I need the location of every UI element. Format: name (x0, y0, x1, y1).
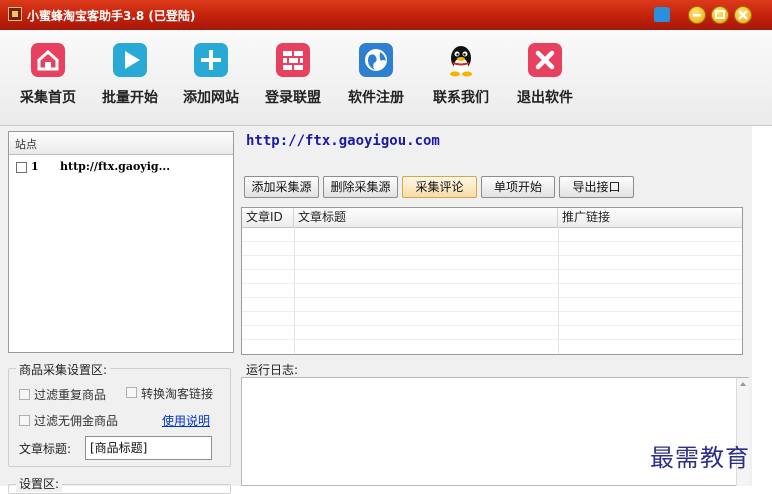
filter-duplicates-label: 过滤重复商品 (34, 388, 107, 402)
toolbar-login-alliance-button[interactable]: 登录联盟 (259, 30, 327, 125)
product-settings-title: 商品采集设置区: (16, 361, 111, 378)
close-button[interactable] (734, 6, 752, 24)
minimize-button[interactable] (688, 6, 706, 24)
table-row-divider (242, 255, 742, 256)
site-list-header: 站点 (9, 132, 233, 155)
close-icon (738, 10, 748, 20)
table-row-divider (242, 325, 742, 326)
filter-no-commission-label: 过滤无佣金商品 (34, 414, 119, 428)
filter-duplicates-checkbox[interactable] (19, 389, 30, 400)
minimize-icon (693, 14, 701, 17)
toolbar-exit-label: 退出软件 (517, 90, 573, 106)
column-header-article-title[interactable]: 文章标题 (294, 208, 558, 227)
article-title-field[interactable]: [商品标题] (85, 436, 212, 460)
site-list-header-label: 站点 (15, 138, 37, 151)
start-single-button[interactable]: 单项开始 (481, 176, 555, 198)
convert-links-checkbox[interactable] (126, 387, 137, 398)
log-label: 运行日志: (246, 363, 299, 377)
column-header-promo-link[interactable]: 推广链接 (558, 208, 742, 227)
convert-links-label: 转换淘客链接 (141, 387, 214, 401)
watermark-text: 最需教育 (650, 444, 750, 472)
plus-icon (194, 43, 228, 77)
table-column-divider (558, 227, 559, 354)
site-list-item-index: 1 (31, 160, 39, 173)
toolbar-login-alliance-label: 登录联盟 (265, 90, 321, 106)
brick-wall-icon (276, 43, 310, 77)
site-list-item[interactable]: 1 http://ftx.gaoyig... (9, 158, 233, 176)
filter-no-commission-checkbox[interactable] (19, 415, 30, 426)
table-column-divider (294, 227, 295, 354)
column-header-article-id[interactable]: 文章ID (242, 208, 294, 227)
outer-background (752, 125, 772, 486)
toolbar-register-label: 软件注册 (348, 90, 404, 106)
play-icon (113, 43, 147, 77)
table-row-divider (242, 339, 742, 340)
article-table: 文章ID 文章标题 推广链接 (241, 207, 743, 355)
site-list-item-checkbox[interactable] (16, 162, 27, 173)
help-link[interactable]: 使用说明 (162, 412, 210, 429)
toolbar-batch-start-button[interactable]: 批量开始 (96, 30, 164, 125)
table-row-divider (242, 241, 742, 242)
toolbar-register-button[interactable]: 软件注册 (342, 30, 410, 125)
table-row-divider (242, 311, 742, 312)
article-title-label: 文章标题: (19, 442, 72, 456)
toolbar-contact-label: 联系我们 (433, 90, 489, 106)
toolbar: 采集首页 批量开始 添加网站 登录联盟 软件注册 联系我们 退出软件 (0, 30, 772, 126)
app-icon (8, 7, 22, 21)
home-icon (31, 43, 65, 77)
table-row-divider (242, 297, 742, 298)
toolbar-add-site-button[interactable]: 添加网站 (177, 30, 245, 125)
table-row-divider (242, 283, 742, 284)
site-list-panel: 站点 1 http://ftx.gaoyig... (8, 131, 234, 353)
table-row-divider (242, 269, 742, 270)
add-source-button[interactable]: 添加采集源 (244, 176, 319, 198)
toolbar-exit-button[interactable]: 退出软件 (511, 30, 579, 125)
collect-comments-button[interactable]: 采集评论 (402, 176, 477, 198)
qq-penguin-icon (444, 43, 478, 77)
skin-icon[interactable] (654, 7, 670, 22)
table-header: 文章ID 文章标题 推广链接 (242, 208, 742, 228)
site-list-item-url: http://ftx.gaoyig... (60, 160, 171, 173)
export-api-button[interactable]: 导出接口 (559, 176, 634, 198)
current-url: http://ftx.gaoyigou.com (246, 133, 440, 149)
close-x-icon (528, 43, 562, 77)
toolbar-home-button[interactable]: 采集首页 (14, 30, 82, 125)
globe-icon (359, 43, 393, 77)
toolbar-home-label: 采集首页 (20, 90, 76, 106)
maximize-icon (715, 10, 725, 19)
settings-area-title: 设置区: (16, 475, 63, 492)
toolbar-contact-button[interactable]: 联系我们 (427, 30, 495, 125)
toolbar-batch-start-label: 批量开始 (102, 90, 158, 106)
maximize-button[interactable] (711, 6, 729, 24)
delete-source-button[interactable]: 删除采集源 (323, 176, 398, 198)
title-bar: 小蜜蜂淘宝客助手3.8 (已登陆) (0, 0, 772, 30)
window-title: 小蜜蜂淘宝客助手3.8 (已登陆) (27, 9, 196, 23)
toolbar-add-site-label: 添加网站 (183, 90, 239, 106)
